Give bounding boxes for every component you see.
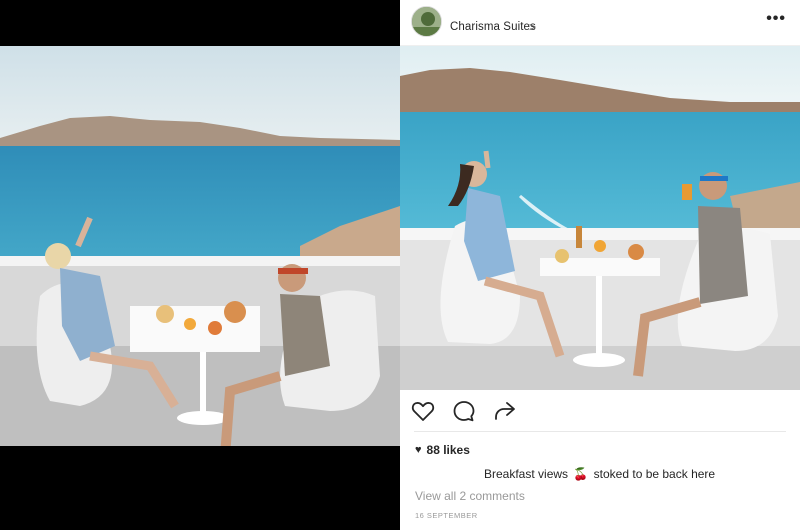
view-comments-link[interactable]: View all 2 comments	[415, 489, 525, 503]
heart-icon[interactable]	[410, 398, 436, 424]
small-heart-icon: ♥	[415, 444, 422, 456]
divider	[414, 431, 786, 432]
share-arrow-icon[interactable]	[492, 398, 518, 424]
post-caption: Breakfast views 🍒 stoked to be back here	[484, 467, 715, 481]
post-photo[interactable]	[400, 46, 800, 390]
likes-label: 88 likes	[426, 443, 470, 457]
instagram-post: Charisma Suites > ••• ♥ 88 likes Breakfa…	[400, 0, 800, 530]
heart-outline	[411, 402, 435, 421]
chevron-right-icon[interactable]: >	[529, 20, 536, 34]
account-name[interactable]: Charisma Suites	[450, 21, 536, 33]
share-outline	[495, 402, 515, 420]
left-photo-illustration	[0, 46, 400, 446]
cherry-icon: 🍒	[573, 467, 589, 481]
caption-text-before: Breakfast views	[484, 467, 569, 481]
likes-count[interactable]: ♥ 88 likes	[415, 443, 470, 457]
comment-outline	[453, 401, 475, 422]
post-date: 16 SEPTEMBER	[415, 511, 478, 520]
post-photo-illustration	[400, 46, 800, 390]
post-action-bar	[400, 398, 800, 426]
post-header: Charisma Suites > •••	[400, 0, 800, 46]
account-avatar[interactable]	[411, 6, 442, 37]
left-photo-breakfast-couple	[0, 46, 400, 446]
caption-text-after: stoked to be back here	[593, 467, 716, 481]
left-panel	[0, 0, 400, 530]
comment-bubble-icon[interactable]	[451, 398, 477, 424]
avatar-image	[412, 7, 441, 36]
more-options-icon[interactable]: •••	[766, 10, 786, 28]
